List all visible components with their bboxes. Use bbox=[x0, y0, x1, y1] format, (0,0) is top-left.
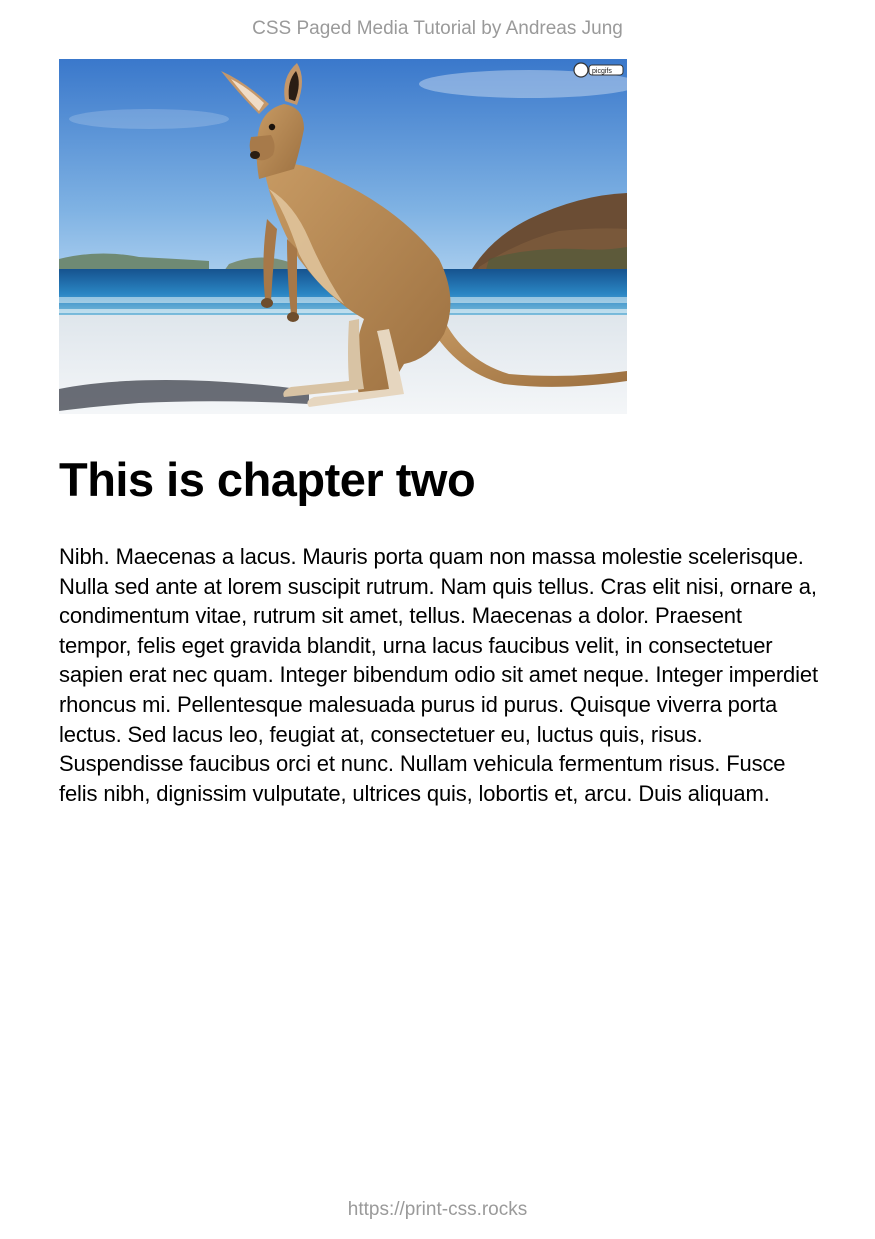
chapter-title: This is chapter two bbox=[59, 453, 476, 506]
svg-text:picgifs: picgifs bbox=[592, 68, 612, 75]
running-footer-url: https://print-css.rocks bbox=[347, 1199, 528, 1220]
running-header: CSS Paged Media Tutorial by Andreas Jung bbox=[252, 18, 623, 39]
kangaroo-photo: picgifs bbox=[59, 59, 627, 414]
chapter-paragraph: Nibh. Maecenas a lacus. Mauris porta qua… bbox=[59, 544, 818, 806]
watermark-logo: picgifs bbox=[573, 62, 624, 78]
